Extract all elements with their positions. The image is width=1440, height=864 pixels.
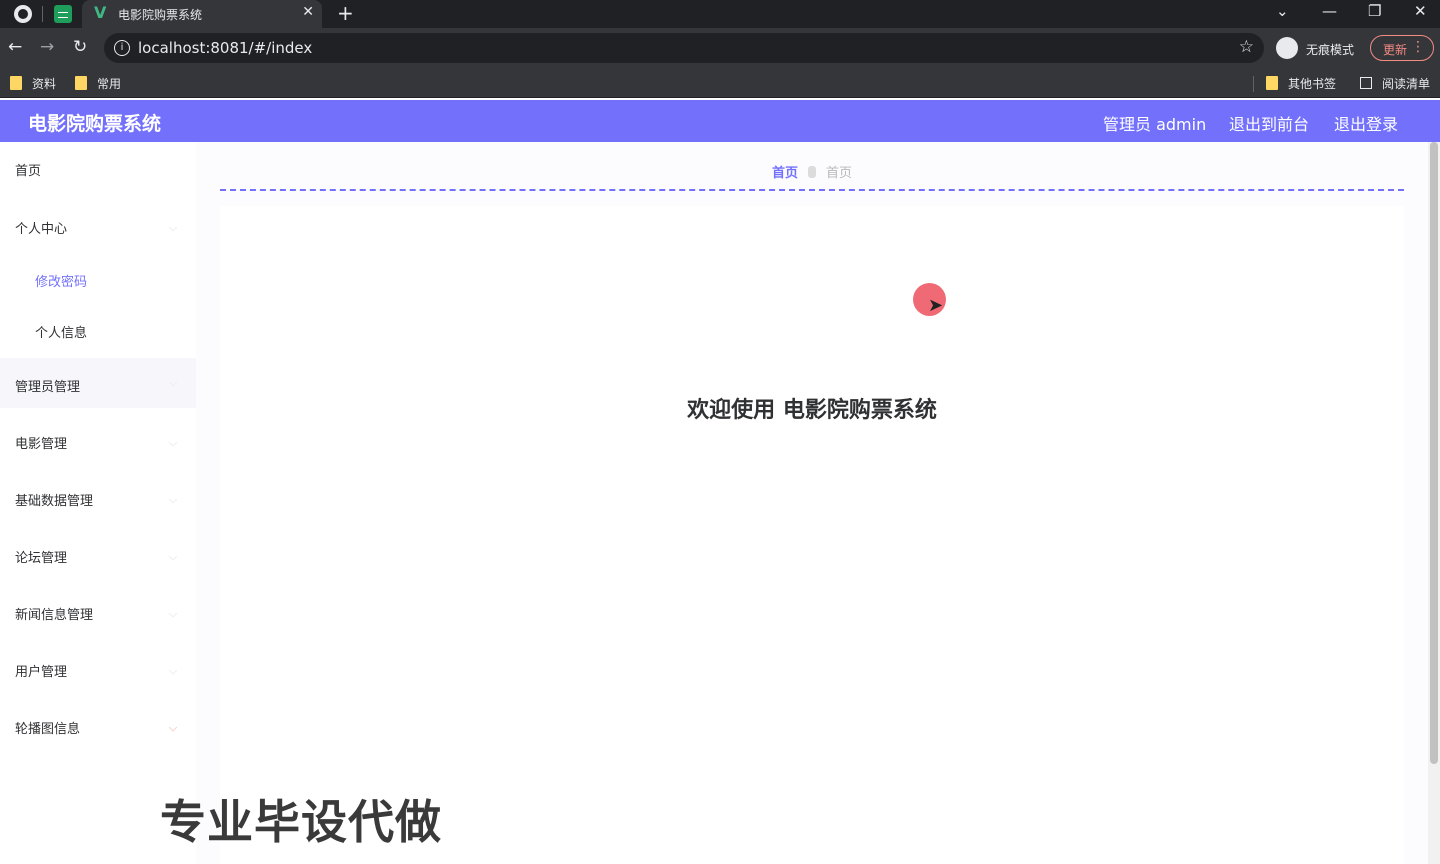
chevron-down-icon (168, 494, 178, 504)
folder-icon (1266, 76, 1278, 90)
app-title: 电影院购票系统 (28, 113, 162, 135)
restore-button[interactable]: ❐ (1368, 2, 1381, 20)
sidebar-item-personal-center[interactable]: 个人中心 (0, 218, 196, 237)
reading-list[interactable]: 阅读清单 (1360, 74, 1430, 92)
window-close-button[interactable]: ✕ (1414, 2, 1427, 20)
other-bookmarks[interactable]: 其他书签 (1266, 74, 1336, 92)
incognito-label[interactable]: 无痕模式 (1306, 41, 1354, 58)
sidebar-item-label: 个人中心 (15, 222, 68, 237)
reload-button[interactable]: ↻ (73, 37, 87, 57)
browser-globe-icon[interactable] (14, 5, 32, 23)
browser-tab-bar: V 电影院购票系统 ✕ + ⌄ — ❐ ✕ (0, 0, 1440, 28)
sidebar-item-personal-info[interactable]: 个人信息 (0, 322, 196, 341)
chevron-down-icon (168, 608, 178, 618)
vue-logo-icon: V (94, 3, 107, 22)
sidebar-item-label: 管理员管理 (15, 380, 81, 395)
chevron-down-icon (168, 437, 178, 447)
admin-user-label: 管理员 admin (1103, 115, 1207, 134)
menu-dots-icon[interactable]: ⋮ (1411, 39, 1425, 55)
bookmarks-bar: 资料 常用 其他书签 阅读清单 (0, 68, 1440, 98)
sidebar-item-change-password[interactable]: 修改密码 (0, 271, 196, 290)
sidebar-item-label: 电影管理 (15, 437, 68, 452)
exit-to-front-link[interactable]: 退出到前台 (1229, 111, 1309, 135)
bookmark-label: 常用 (97, 76, 122, 91)
breadcrumb: 首页 首页 (196, 162, 1428, 181)
forward-button[interactable]: → (40, 37, 54, 57)
folder-icon (75, 76, 87, 90)
welcome-message: 欢迎使用 电影院购票系统 (687, 398, 937, 423)
sidebar-item-basic-data-management[interactable]: 基础数据管理 (0, 490, 196, 509)
divider (1253, 76, 1254, 92)
sidebar-item-forum-management[interactable]: 论坛管理 (0, 547, 196, 566)
page-scrollbar[interactable] (1428, 142, 1440, 864)
breadcrumb-home-link[interactable]: 首页 (772, 166, 798, 181)
sidebar-item-admin-management[interactable]: 管理员管理 (0, 358, 196, 408)
sidebar-item-label: 轮播图信息 (15, 722, 81, 737)
sidebar-item-label: 首页 (15, 164, 42, 179)
update-label: 更新 (1383, 43, 1408, 57)
bookmark-label: 资料 (32, 76, 57, 91)
scrollbar-thumb[interactable] (1430, 142, 1438, 764)
tab-close-icon[interactable]: ✕ (302, 4, 314, 20)
sidebar-item-movie-management[interactable]: 电影管理 (0, 433, 196, 452)
sidebar-item-label: 个人信息 (35, 326, 88, 341)
tab-search-icon[interactable]: ⌄ (1276, 2, 1289, 20)
sidebar-item-label: 用户管理 (15, 665, 68, 680)
breadcrumb-separator-icon (808, 166, 816, 178)
chevron-down-icon (168, 551, 178, 561)
folder-icon (10, 76, 22, 90)
new-tab-button[interactable]: + (337, 1, 354, 25)
logout-link[interactable]: 退出登录 (1334, 111, 1398, 135)
sidebar-item-home[interactable]: 首页 (0, 160, 196, 179)
mouse-cursor-icon: ➤ (928, 295, 944, 316)
chevron-down-icon (168, 722, 178, 732)
chevron-up-icon (168, 222, 178, 232)
divider (42, 6, 43, 22)
watermark-text: 专业毕设代做 (160, 795, 442, 849)
breadcrumb-divider (220, 189, 1404, 191)
bookmark-star-icon[interactable]: ☆ (1239, 37, 1254, 57)
sidebar-item-label: 新闻信息管理 (15, 608, 94, 623)
bookmark-label: 阅读清单 (1382, 76, 1431, 91)
breadcrumb-current: 首页 (826, 166, 853, 181)
url-text[interactable]: localhost:8081/#/index (138, 39, 312, 57)
back-button[interactable]: ← (8, 37, 22, 57)
reading-list-icon (1360, 77, 1372, 89)
content-panel (220, 206, 1404, 864)
minimize-button[interactable]: — (1322, 2, 1337, 20)
incognito-icon[interactable] (1276, 37, 1298, 59)
app-header: 电影院购票系统 管理员 admin 退出到前台 退出登录 (0, 100, 1440, 142)
bookmark-label: 其他书签 (1288, 76, 1337, 91)
sidebar-item-news-management[interactable]: 新闻信息管理 (0, 604, 196, 623)
browser-toolbar: ← → ↻ i localhost:8081/#/index ☆ 无痕模式 更新… (0, 28, 1440, 68)
site-info-icon[interactable]: i (114, 40, 130, 56)
tab-title: 电影院购票系统 (118, 8, 203, 22)
address-bar[interactable]: i localhost:8081/#/index ☆ (104, 33, 1264, 63)
update-button[interactable]: 更新 ⋮ (1370, 35, 1434, 61)
bookmark-folder[interactable]: 资料 (10, 74, 56, 92)
main-content: 首页 首页 欢迎使用 电影院购票系统 ➤ (196, 142, 1428, 864)
sidebar-item-label: 基础数据管理 (15, 494, 94, 509)
sidebar-item-label: 修改密码 (35, 275, 88, 290)
sheets-app-icon[interactable] (54, 5, 72, 23)
sidebar-menu: 首页 个人中心 修改密码 个人信息 管理员管理 电影管理 基础数据管理 论坛管理… (0, 142, 196, 864)
bookmark-folder[interactable]: 常用 (75, 74, 121, 92)
chevron-down-icon (168, 378, 178, 387)
sidebar-item-carousel-info[interactable]: 轮播图信息 (0, 718, 196, 737)
chevron-down-icon (168, 665, 178, 675)
sidebar-item-user-management[interactable]: 用户管理 (0, 661, 196, 680)
browser-tab[interactable]: V 电影院购票系统 ✕ (82, 0, 322, 28)
sidebar-item-label: 论坛管理 (15, 551, 68, 566)
